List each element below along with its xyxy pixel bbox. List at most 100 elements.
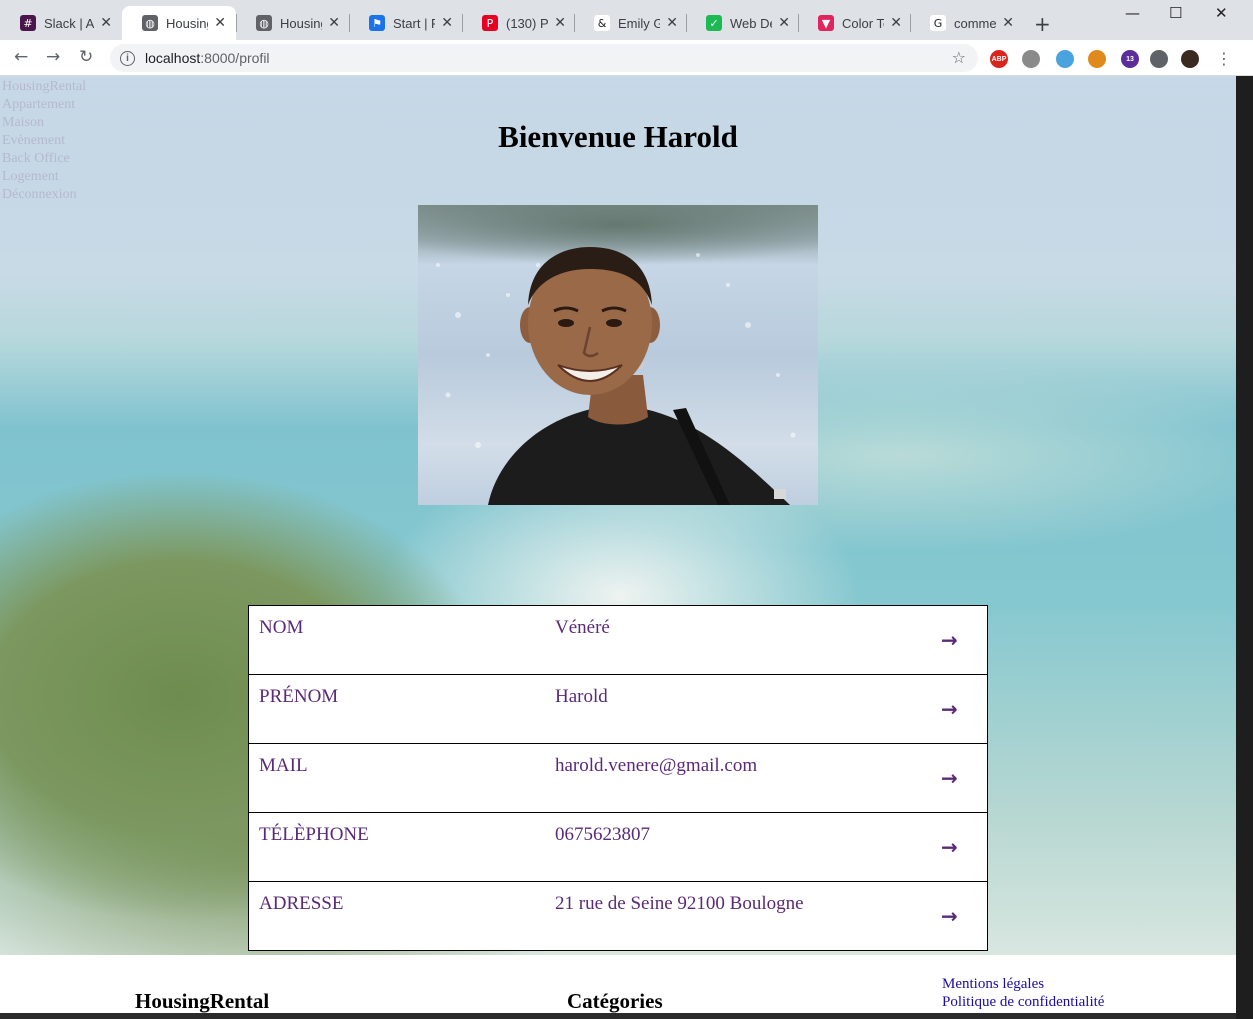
back-button[interactable]: ← [14, 47, 28, 67]
address-bar[interactable]: i localhost:8000/profil ☆ [110, 44, 978, 72]
edit-arrow-icon[interactable]: → [941, 766, 958, 790]
edit-arrow-icon[interactable]: → [941, 835, 958, 859]
field-label: TÉLÈPHONE [259, 824, 369, 845]
url-path: :8000/profil [200, 50, 270, 66]
field-label: PRÉNOM [259, 686, 339, 707]
settings-ext-icon[interactable] [1022, 50, 1040, 68]
check-circle-icon: ✓ [706, 15, 722, 31]
bookmark-star-icon[interactable]: ☆ [952, 48, 966, 67]
tab-title: Web Des [730, 15, 772, 31]
hero-background: HousingRental Appartement Maison Evènement B… [0, 76, 1236, 955]
reload-button[interactable]: ↻ [79, 47, 93, 67]
tab-title: Start | Fo [393, 15, 436, 31]
tab-title: Emily Gra [618, 15, 661, 31]
taskbar-edge [0, 1013, 1236, 1019]
nav-link-6[interactable]: Logement [2, 168, 86, 186]
pinterest-icon: P [482, 15, 498, 31]
graduation-icon[interactable]: 13 [1121, 50, 1139, 68]
tab-separator [798, 14, 799, 32]
tab-separator [349, 14, 350, 32]
field-label: NOM [259, 617, 304, 638]
new-tab-button[interactable]: + [1034, 12, 1051, 36]
tab-separator [462, 14, 463, 32]
tab-separator [236, 14, 237, 32]
footer-categories-heading: Catégories [567, 989, 663, 1013]
site-info-icon[interactable]: i [120, 50, 135, 66]
adblock-icon[interactable]: ABP [990, 50, 1008, 68]
forward-button[interactable]: → [46, 47, 60, 67]
tab-close-icon[interactable]: ✕ [214, 15, 226, 31]
color-picker-icon[interactable] [1056, 50, 1074, 68]
tab-close-icon[interactable]: ✕ [890, 15, 902, 31]
field-value: harold.venere@gmail.com [555, 755, 758, 776]
close-window-button[interactable]: ✕ [1215, 4, 1228, 22]
tab-6[interactable]: &Emily Gra ✕ [574, 6, 688, 40]
browser-menu-icon[interactable]: ⋮ [1216, 49, 1232, 68]
page-viewport: HousingRental Appartement Maison Evènement B… [0, 76, 1236, 1019]
globe-icon: ◍ [256, 15, 272, 31]
edit-arrow-icon[interactable]: → [941, 904, 958, 928]
page-title: Bienvenue Harold [498, 119, 738, 154]
devtools-edge [1236, 76, 1253, 1019]
tab-separator [574, 14, 575, 32]
tab-title: (130) Pin [506, 15, 549, 31]
tab-4[interactable]: ⚑ Start | Fo ✕ [349, 6, 463, 40]
tab-title: Color Too [842, 15, 884, 31]
edit-arrow-icon[interactable]: → [941, 628, 958, 652]
tab-1[interactable]: # Slack | Ar ✕ [0, 6, 122, 40]
tools-icon[interactable] [1088, 50, 1106, 68]
nav-link-1[interactable]: HousingRental [2, 78, 86, 96]
tab-7[interactable]: ✓ Web Des ✕ [686, 6, 800, 40]
site-footer: HousingRental Catégories Mentions légale… [0, 955, 1236, 1019]
profile-table: NOM Vénéré → PRÉNOM Harold → MAIL harold.venere… [248, 605, 988, 951]
profile-row: TÉLÈPHONE 0675623807 → [248, 812, 988, 882]
avatar-icon[interactable] [1181, 50, 1199, 68]
tab-separator [910, 14, 911, 32]
slack-icon: # [20, 15, 36, 31]
tab-2[interactable]: ◍ Housing ✕ [122, 6, 236, 40]
tab-8[interactable]: ▼ Color Too ✕ [798, 6, 912, 40]
maximize-button[interactable]: ☐ [1169, 4, 1182, 22]
tab-title: Housing [280, 15, 322, 31]
field-value: Vénéré [555, 617, 610, 638]
nav-link-2[interactable]: Appartement [2, 96, 86, 114]
field-label: ADRESSE [259, 893, 344, 914]
tab-close-icon[interactable]: ✕ [328, 15, 340, 31]
flag-icon: ⚑ [369, 15, 385, 31]
tab-title: Slack | Ar [44, 15, 95, 31]
profile-row: NOM Vénéré → [248, 605, 988, 675]
ampersand-icon: & [594, 15, 610, 31]
browser-toolbar: ← → ↻ i localhost:8000/profil ☆ ABP 13 ⋮ [0, 40, 1253, 76]
privacy-policy-link[interactable]: Politique de confidentialité [942, 993, 1104, 1011]
minimize-button[interactable]: — [1125, 4, 1140, 22]
profile-row: MAIL harold.venere@gmail.com → [248, 743, 988, 813]
color-tool-icon: ▼ [818, 15, 834, 31]
tab-strip: # Slack | Ar ✕ ◍ Housing ✕ ◍ Housing ✕ ⚑ Start | F… [0, 0, 1253, 40]
profile-row: ADRESSE 21 rue de Seine 92100 Boulogne → [248, 881, 988, 951]
edit-arrow-icon[interactable]: → [941, 697, 958, 721]
tab-separator [686, 14, 687, 32]
nav-link-7[interactable]: Déconnexion [2, 186, 86, 204]
google-icon: G [930, 15, 946, 31]
footer-brand: HousingRental [135, 989, 270, 1013]
field-value: Harold [555, 686, 608, 707]
tab-close-icon[interactable]: ✕ [554, 15, 566, 31]
globe-icon: ◍ [142, 15, 158, 31]
tab-3[interactable]: ◍ Housing ✕ [236, 6, 350, 40]
puzzle-icon[interactable] [1150, 50, 1168, 68]
field-label: MAIL [259, 755, 308, 776]
legal-notice-link[interactable]: Mentions légales [942, 975, 1104, 993]
tab-5[interactable]: P (130) Pin ✕ [462, 6, 576, 40]
field-value: 21 rue de Seine 92100 Boulogne [555, 893, 804, 914]
footer-links: Mentions légales Politique de confidenti… [942, 975, 1104, 1011]
tab-close-icon[interactable]: ✕ [441, 15, 453, 31]
tab-title: commen [954, 15, 997, 31]
tab-close-icon[interactable]: ✕ [778, 15, 790, 31]
tab-close-icon[interactable]: ✕ [1002, 15, 1014, 31]
profile-row: PRÉNOM Harold → [248, 674, 988, 744]
tab-title: Housing [166, 15, 208, 31]
tab-close-icon[interactable]: ✕ [666, 15, 678, 31]
tab-9[interactable]: Gcommen ✕ [910, 6, 1024, 40]
field-value: 0675623807 [555, 824, 650, 845]
tab-close-icon[interactable]: ✕ [100, 15, 112, 31]
